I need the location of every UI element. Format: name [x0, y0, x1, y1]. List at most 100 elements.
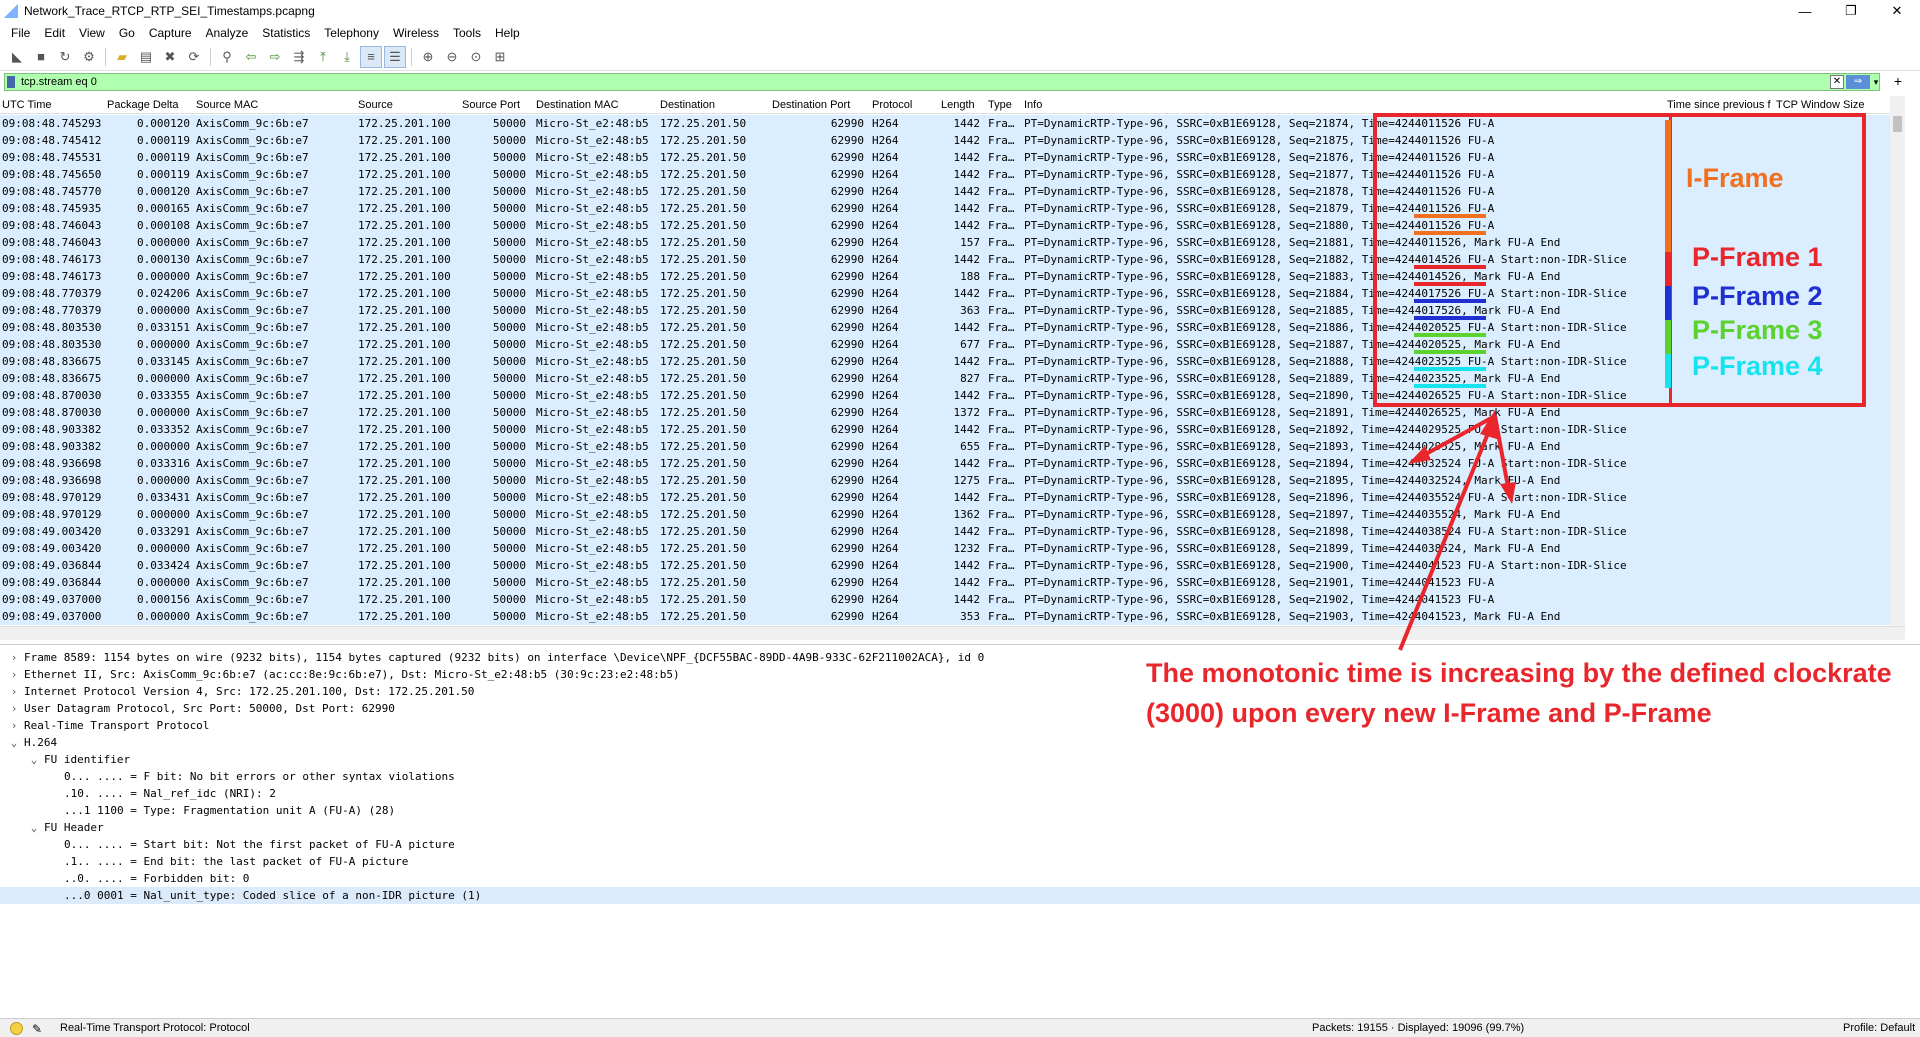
expert-info-dot-icon[interactable] — [10, 1022, 23, 1035]
menu-file[interactable]: File — [4, 26, 37, 40]
chevron-down-icon[interactable]: ⌄ — [28, 819, 40, 836]
forward-arrow-icon[interactable]: ⇨ — [264, 46, 286, 68]
colorize-icon[interactable]: ☰ — [384, 45, 406, 68]
detail-tree-item[interactable]: ...1 1100 = Type: Fragmentation unit A (… — [0, 802, 1920, 819]
open-folder-icon[interactable]: ▰ — [111, 46, 133, 68]
shark-fin-start-icon[interactable]: ◣ — [6, 46, 28, 68]
table-row[interactable]: 09:08:49.037000 0.000156 AxisComm_9c:6b:e7… — [0, 591, 1905, 608]
col-destination-mac[interactable]: Destination MAC — [536, 99, 619, 111]
options-gear-icon[interactable]: ⚙ — [78, 46, 100, 68]
edit-comment-pencil-icon[interactable]: ✎ — [32, 1022, 42, 1036]
table-row[interactable]: 09:08:48.936698 0.000000 AxisComm_9c:6b:e7… — [0, 472, 1905, 489]
save-icon[interactable]: ▤ — [135, 46, 157, 68]
col-type[interactable]: Type — [988, 99, 1012, 111]
chevron-down-icon[interactable]: ⌄ — [8, 734, 20, 751]
table-row[interactable]: 09:08:48.970129 0.033431 AxisComm_9c:6b:e7… — [0, 489, 1905, 506]
detail-tree-item[interactable]: .10. .... = Nal_ref_idc (NRI): 2 — [0, 785, 1920, 802]
table-row[interactable]: 09:08:48.970129 0.000000 AxisComm_9c:6b:e7… — [0, 506, 1905, 523]
menu-help[interactable]: Help — [488, 26, 527, 40]
display-filter-input[interactable]: tcp.stream eq 0 — [4, 73, 1880, 91]
chevron-right-icon[interactable]: › — [8, 649, 20, 666]
close-file-icon[interactable]: ✖ — [159, 46, 181, 68]
col-tcp-window-size[interactable]: TCP Window Size — [1776, 99, 1864, 111]
first-packet-icon[interactable]: ⤒ — [312, 46, 334, 68]
menu-analyze[interactable]: Analyze — [199, 26, 256, 40]
zoom-normal-icon[interactable]: ⊙ — [465, 46, 487, 68]
col-source[interactable]: Source — [358, 99, 393, 111]
detail-tree-item[interactable]: ⌄ FU identifier — [0, 751, 1920, 768]
find-icon[interactable]: ⚲ — [216, 46, 238, 68]
minimize-button[interactable]: — — [1782, 0, 1828, 22]
last-packet-icon[interactable]: ⤓ — [336, 46, 358, 68]
main-toolbar: ◣ ■ ↻ ⚙ ▰ ▤ ✖ ⟳ ⚲ ⇦ ⇨ ⇶ ⤒ ⤓ ≡ ☰ ⊕ ⊖ ⊙ ⊞ — [0, 43, 1920, 71]
detail-tree-item[interactable]: .1.. .... = End bit: the last packet of … — [0, 853, 1920, 870]
close-button[interactable]: ✕ — [1874, 0, 1920, 22]
stop-square-icon[interactable]: ■ — [30, 46, 52, 68]
chevron-right-icon[interactable]: › — [8, 666, 20, 683]
table-cell: 50000 — [492, 576, 526, 589]
menu-capture[interactable]: Capture — [142, 26, 199, 40]
table-row[interactable]: 09:08:49.003420 0.033291 AxisComm_9c:6b:e7… — [0, 523, 1905, 540]
detail-tree-item[interactable]: ..0. .... = Forbidden bit: 0 — [0, 870, 1920, 887]
table-row[interactable]: 09:08:48.903382 0.000000 AxisComm_9c:6b:e7… — [0, 438, 1905, 455]
col-destination[interactable]: Destination — [660, 99, 715, 111]
col-time-since-previous[interactable]: Time since previous f — [1667, 99, 1771, 111]
reload-icon[interactable]: ⟳ — [183, 46, 205, 68]
maximize-button[interactable]: ❐ — [1828, 0, 1874, 22]
menu-edit[interactable]: Edit — [37, 26, 72, 40]
restart-icon[interactable]: ↻ — [54, 46, 76, 68]
chevron-right-icon[interactable]: › — [8, 700, 20, 717]
packet-list-horizontal-scrollbar[interactable] — [0, 626, 1905, 640]
zoom-out-icon[interactable]: ⊖ — [441, 46, 463, 68]
clear-filter-icon[interactable]: ✕ — [1830, 75, 1844, 89]
autoscroll-icon[interactable]: ≡ — [360, 45, 382, 68]
col-utc-time[interactable]: UTC Time — [2, 99, 52, 111]
col-length[interactable]: Length — [941, 99, 975, 111]
table-cell: Fra… — [988, 321, 1015, 334]
detail-tree-item[interactable]: ⌄ FU Header — [0, 819, 1920, 836]
menu-statistics[interactable]: Statistics — [255, 26, 317, 40]
detail-tree-item[interactable]: 0... .... = F bit: No bit errors or othe… — [0, 768, 1920, 785]
table-cell: 353 — [960, 610, 980, 623]
menu-go[interactable]: Go — [112, 26, 142, 40]
table-row[interactable]: 09:08:48.903382 0.033352 AxisComm_9c:6b:e7… — [0, 421, 1905, 438]
col-destination-port[interactable]: Destination Port — [772, 99, 850, 111]
col-protocol[interactable]: Protocol — [872, 99, 912, 111]
packet-list-vertical-scrollbar[interactable] — [1890, 96, 1905, 626]
detail-tree-item[interactable]: ...0 0001 = Nal_unit_type: Coded slice o… — [0, 887, 1920, 904]
filter-history-chevron-down-icon[interactable]: ▾ — [1870, 75, 1882, 89]
detail-tree-item[interactable]: ⌄ H.264 — [0, 734, 1920, 751]
table-cell: 62990 — [830, 372, 864, 385]
menu-tools[interactable]: Tools — [446, 26, 488, 40]
zoom-in-icon[interactable]: ⊕ — [417, 46, 439, 68]
table-cell: 172.25.201.50 — [660, 253, 747, 266]
col-source-port[interactable]: Source Port — [462, 99, 520, 111]
table-cell: 09:08:48.803530 — [2, 338, 102, 351]
apply-filter-arrow-icon[interactable]: ⇒ — [1846, 75, 1870, 89]
table-cell: Fra… — [988, 372, 1015, 385]
table-row[interactable]: 09:08:48.936698 0.033316 AxisComm_9c:6b:e7… — [0, 455, 1905, 472]
menu-view[interactable]: View — [72, 26, 112, 40]
menu-telephony[interactable]: Telephony — [317, 26, 386, 40]
chevron-right-icon[interactable]: › — [8, 683, 20, 700]
chevron-right-icon[interactable]: › — [8, 717, 20, 734]
col-package-delta[interactable]: Package Delta — [107, 99, 179, 111]
back-arrow-icon[interactable]: ⇦ — [240, 46, 262, 68]
menu-wireless[interactable]: Wireless — [386, 26, 446, 40]
table-row[interactable]: 09:08:49.036844 0.000000 AxisComm_9c:6b:e7… — [0, 574, 1905, 591]
table-cell: 09:08:48.870030 — [2, 389, 102, 402]
bookmark-icon[interactable] — [7, 76, 15, 88]
resize-columns-icon[interactable]: ⊞ — [489, 46, 511, 68]
table-row[interactable]: 09:08:49.036844 0.033424 AxisComm_9c:6b:e7… — [0, 557, 1905, 574]
chevron-down-icon[interactable]: ⌄ — [28, 751, 40, 768]
go-to-packet-icon[interactable]: ⇶ — [288, 46, 310, 68]
col-info[interactable]: Info — [1024, 99, 1042, 111]
status-profile[interactable]: Profile: Default — [1843, 1022, 1915, 1034]
table-row[interactable]: 09:08:49.003420 0.000000 AxisComm_9c:6b:e7… — [0, 540, 1905, 557]
table-cell: 188 — [960, 270, 980, 283]
table-cell: 172.25.201.50 — [660, 559, 747, 572]
col-source-mac[interactable]: Source MAC — [196, 99, 258, 111]
add-filter-button-plus-icon[interactable]: + — [1894, 73, 1902, 89]
detail-tree-item[interactable]: 0... .... = Start bit: Not the first pac… — [0, 836, 1920, 853]
table-row[interactable]: 09:08:49.037000 0.000000 AxisComm_9c:6b:e7… — [0, 608, 1905, 625]
